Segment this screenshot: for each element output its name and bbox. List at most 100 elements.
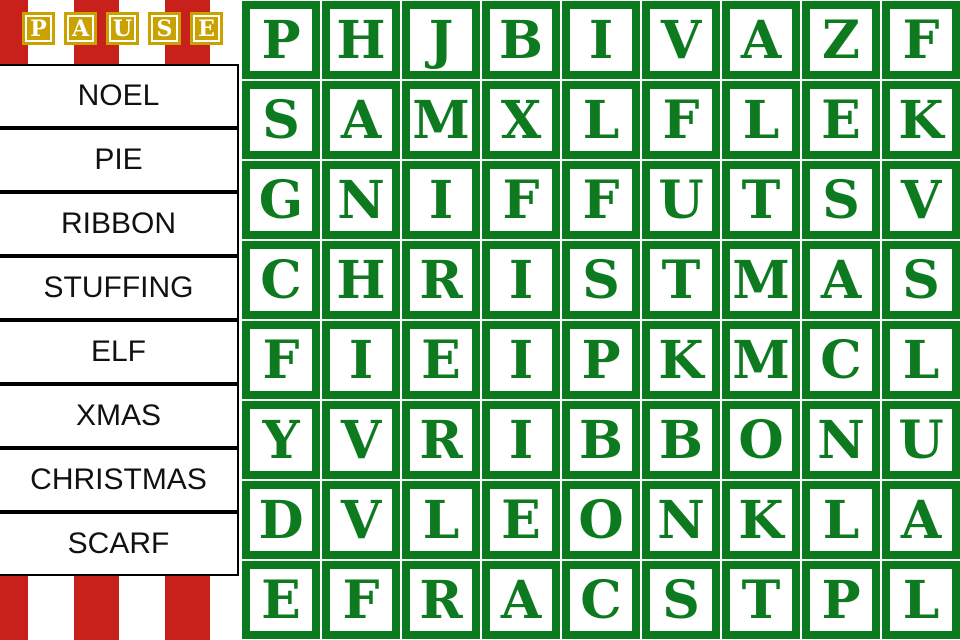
letter-tile[interactable]: F (882, 1, 960, 79)
letter-tile[interactable]: S (802, 161, 880, 239)
tile-letter: V (890, 169, 952, 231)
tile-letter: B (570, 409, 632, 471)
letter-tile[interactable]: V (322, 401, 400, 479)
tile-letter: I (570, 9, 632, 71)
letter-tile[interactable]: F (642, 81, 720, 159)
tile-letter: T (730, 569, 792, 631)
letter-tile[interactable]: R (402, 561, 480, 639)
letter-tile[interactable]: V (642, 1, 720, 79)
tile-letter: K (650, 329, 712, 391)
letter-tile[interactable]: A (722, 1, 800, 79)
pause-letter-tile[interactable]: S (148, 12, 181, 45)
tile-letter: N (650, 489, 712, 551)
letter-tile[interactable]: I (402, 161, 480, 239)
word-item: NOEL (0, 64, 239, 128)
letter-tile[interactable]: L (722, 81, 800, 159)
letter-tile[interactable]: U (882, 401, 960, 479)
letter-tile[interactable]: V (882, 161, 960, 239)
letter-tile[interactable]: N (802, 401, 880, 479)
letter-tile[interactable]: S (642, 561, 720, 639)
tile-letter: L (810, 489, 872, 551)
letter-tile[interactable]: U (642, 161, 720, 239)
letter-tile[interactable]: B (562, 401, 640, 479)
letter-tile[interactable]: L (882, 321, 960, 399)
letter-tile[interactable]: F (482, 161, 560, 239)
letter-tile[interactable]: M (402, 81, 480, 159)
letter-tile[interactable]: D (242, 481, 320, 559)
word-item: XMAS (0, 384, 239, 448)
letter-tile[interactable]: C (802, 321, 880, 399)
letter-tile[interactable]: C (562, 561, 640, 639)
letter-tile[interactable]: S (882, 241, 960, 319)
tile-letter: T (730, 169, 792, 231)
letter-tile[interactable]: H (322, 1, 400, 79)
letter-tile[interactable]: E (802, 81, 880, 159)
letter-tile[interactable]: S (242, 81, 320, 159)
letter-tile[interactable]: G (242, 161, 320, 239)
letter-tile[interactable]: E (402, 321, 480, 399)
pause-letter-tile[interactable]: P (22, 12, 55, 45)
letter-tile[interactable]: J (402, 1, 480, 79)
letter-tile[interactable]: A (322, 81, 400, 159)
letter-tile[interactable]: X (482, 81, 560, 159)
letter-tile[interactable]: T (722, 161, 800, 239)
tile-letter: S (570, 249, 632, 311)
letter-tile[interactable]: B (482, 1, 560, 79)
letter-tile[interactable]: N (642, 481, 720, 559)
letter-tile[interactable]: P (802, 561, 880, 639)
tile-letter: M (730, 329, 792, 391)
letter-tile[interactable]: I (482, 241, 560, 319)
letter-tile[interactable]: I (562, 1, 640, 79)
letter-tile[interactable]: K (642, 321, 720, 399)
letter-tile[interactable]: N (322, 161, 400, 239)
letter-tile[interactable]: E (242, 561, 320, 639)
tile-letter: L (890, 569, 952, 631)
letter-tile[interactable]: L (882, 561, 960, 639)
letter-tile[interactable]: L (562, 81, 640, 159)
letter-tile[interactable]: R (402, 401, 480, 479)
letter-tile[interactable]: M (722, 321, 800, 399)
tile-letter: F (890, 9, 952, 71)
pause-letter-tile[interactable]: U (106, 12, 139, 45)
tile-letter: J (410, 9, 472, 71)
letter-tile[interactable]: T (642, 241, 720, 319)
pause-letter-tile[interactable]: A (64, 12, 97, 45)
letter-tile[interactable]: M (722, 241, 800, 319)
letter-tile[interactable]: A (802, 241, 880, 319)
letter-tile[interactable]: O (562, 481, 640, 559)
letter-tile[interactable]: E (482, 481, 560, 559)
letter-tile[interactable]: Y (242, 401, 320, 479)
letter-tile[interactable]: F (562, 161, 640, 239)
word-item: ELF (0, 320, 239, 384)
pause-button[interactable]: PAUSE (22, 12, 223, 45)
letter-tile[interactable]: F (242, 321, 320, 399)
letter-tile[interactable]: A (482, 561, 560, 639)
letter-tile[interactable]: A (882, 481, 960, 559)
letter-grid: PHJBIVAZFSAMXLFLEKGNIFFUTSVCHRISTMASFIEI… (241, 0, 960, 640)
letter-tile[interactable]: F (322, 561, 400, 639)
letter-tile[interactable]: V (322, 481, 400, 559)
letter-tile[interactable]: I (482, 401, 560, 479)
letter-tile[interactable]: I (482, 321, 560, 399)
letter-tile[interactable]: P (562, 321, 640, 399)
letter-tile[interactable]: L (402, 481, 480, 559)
letter-tile[interactable]: O (722, 401, 800, 479)
letter-tile[interactable]: K (882, 81, 960, 159)
letter-tile[interactable]: L (802, 481, 880, 559)
tile-letter: E (250, 569, 312, 631)
pause-letter-tile[interactable]: E (190, 12, 223, 45)
letter-tile[interactable]: I (322, 321, 400, 399)
letter-tile[interactable]: H (322, 241, 400, 319)
tile-letter: A (890, 489, 952, 551)
letter-tile[interactable]: S (562, 241, 640, 319)
letter-tile[interactable]: C (242, 241, 320, 319)
letter-tile[interactable]: T (722, 561, 800, 639)
tile-letter: O (730, 409, 792, 471)
letter-tile[interactable]: B (642, 401, 720, 479)
tile-letter: F (570, 169, 632, 231)
letter-tile[interactable]: Z (802, 1, 880, 79)
letter-tile[interactable]: P (242, 1, 320, 79)
letter-tile[interactable]: R (402, 241, 480, 319)
word-item: SCARF (0, 512, 239, 576)
letter-tile[interactable]: K (722, 481, 800, 559)
